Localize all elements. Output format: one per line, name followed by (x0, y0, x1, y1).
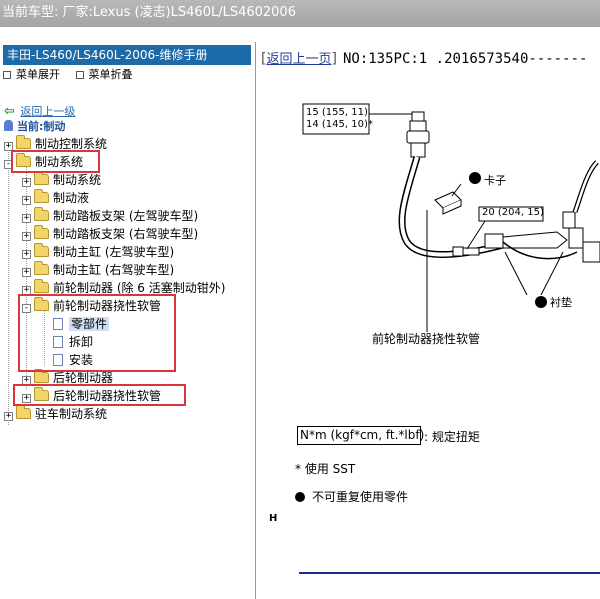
expand-menu-label: 菜单展开 (16, 68, 60, 81)
bracket-right: ] (331, 51, 337, 67)
person-icon (4, 120, 13, 131)
back-level-link[interactable]: 返回上一级 (20, 105, 75, 118)
manual-title: 丰田-LS460/LS460L-2006-维修手册 (3, 45, 251, 65)
expand-toggle-icon[interactable]: + (22, 232, 31, 241)
document-header: [返回上一页] NO:135PC:1 .2016573540------- (261, 48, 587, 67)
folder-icon (34, 279, 49, 293)
bottom-rule (299, 572, 600, 574)
folder-icon (34, 369, 49, 383)
highlight-box (13, 384, 186, 406)
page-marker: H (269, 513, 278, 524)
expand-icon (3, 71, 11, 79)
navigation-panel: 丰田-LS460/LS460L-2006-维修手册 菜单展开 菜单折叠 ⇦ 返回… (0, 42, 256, 599)
tree-item-label: 后轮制动器 (53, 371, 114, 385)
current-location: 当前:制动 (4, 118, 65, 134)
bullet-icon (295, 492, 305, 502)
tree-item-master-cylinder-rhd[interactable]: + 制动主缸 (右驾驶车型) (22, 261, 174, 279)
tree-item-label: 制动液 (53, 191, 90, 205)
folder-icon (16, 405, 31, 419)
tree-item-label: 制动踏板支架 (左驾驶车型) (53, 209, 199, 223)
clip-part (434, 191, 462, 215)
caliper-fitting (562, 160, 600, 263)
collapse-menu-button[interactable]: 菜单折叠 (75, 65, 133, 85)
clip-label: 卡子 (484, 174, 506, 187)
nonreusable-note: 不可重复使用零件 (295, 488, 408, 505)
torque-spec-2: 20 (204, 15) (482, 207, 544, 218)
tree-item-label: 制动主缸 (右驾驶车型) (53, 263, 175, 277)
folder-icon (34, 243, 49, 257)
current-location-label: 当前:制动 (17, 120, 66, 133)
hose-label: 前轮制动器挠性软管 (372, 332, 481, 346)
leader-line (504, 251, 528, 296)
leader-line (451, 183, 462, 197)
sst-note: * 使用 SST (295, 462, 356, 476)
tree-line (8, 147, 9, 425)
tree-item-label: 制动系统 (53, 173, 102, 187)
document-number: NO:135PC:1 .2016573540------- (342, 51, 588, 67)
collapse-icon (75, 71, 84, 79)
menu-bar: 菜单展开 菜单折叠 (0, 65, 255, 85)
tree-item-label: 驻车制动系统 (35, 407, 108, 421)
expand-toggle-icon[interactable]: + (22, 250, 31, 259)
hose-upper-fitting (406, 111, 430, 158)
hose-lower-fitting (484, 231, 578, 260)
flex-hose-diagram (302, 103, 600, 332)
folder-icon (34, 207, 49, 221)
folder-icon (34, 171, 49, 185)
window-title: 当前车型: 厂家:Lexus (凌志)LS460L/LS4602006 (2, 5, 296, 20)
back-level: ⇦ 返回上一级 (4, 103, 75, 119)
tree-item-label: 制动主缸 (左驾驶车型) (53, 245, 175, 259)
highlight-box (11, 150, 100, 173)
torque-spec-1a: 15 (155, 11) (306, 107, 368, 118)
gasket-label: 衬垫 (550, 296, 572, 309)
tree-item-label: 制动控制系统 (35, 137, 108, 151)
tree-item-parking-brake[interactable]: + 驻车制动系统 (4, 405, 107, 423)
union-bolt (452, 246, 480, 257)
leader-line (466, 220, 486, 250)
folder-icon (34, 189, 49, 203)
nonreusable-note-text: 不可重复使用零件 (312, 490, 409, 504)
torque-spec-1b: 14 (145, 10)* (306, 119, 373, 130)
tree-item-label: 制动踏板支架 (右驾驶车型) (53, 227, 199, 241)
tree-item-pedal-bracket-lhd[interactable]: + 制动踏板支架 (左驾驶车型) (22, 207, 198, 225)
expand-toggle-icon[interactable]: + (22, 268, 31, 277)
folder-icon (16, 135, 31, 149)
tree-item-brake-fluid[interactable]: + 制动液 (22, 189, 89, 207)
top-spacer (0, 27, 600, 42)
expand-menu-button[interactable]: 菜单展开 (3, 65, 60, 85)
collapse-menu-label: 菜单折叠 (88, 68, 133, 81)
expand-toggle-icon[interactable]: + (4, 412, 13, 421)
document-view: [返回上一页] NO:135PC:1 .2016573540------- 15… (257, 42, 600, 599)
folder-icon (34, 225, 49, 239)
expand-toggle-icon[interactable]: + (22, 214, 31, 223)
expand-toggle-icon[interactable]: + (22, 196, 31, 205)
folder-icon (34, 261, 49, 275)
expand-toggle-icon[interactable]: + (22, 178, 31, 187)
back-page-link[interactable]: 返回上一页 (266, 52, 331, 67)
back-arrow-icon: ⇦ (4, 104, 15, 119)
highlight-box (18, 294, 176, 372)
torque-desc: : 规定扭矩 (424, 430, 480, 444)
tree-item-pedal-bracket-rhd[interactable]: + 制动踏板支架 (右驾驶车型) (22, 225, 198, 243)
tree-item-brake-system-sub[interactable]: + 制动系统 (22, 171, 101, 189)
tree-item-label: 前轮制动器 (除 6 活塞制动钳外) (53, 281, 226, 295)
gasket-marker-icon (535, 296, 547, 308)
torque-unit: N*m (kgf*cm, ft.*lbf) (300, 428, 425, 442)
tree-item-master-cylinder-lhd[interactable]: + 制动主缸 (左驾驶车型) (22, 243, 174, 261)
window-title-bar: 当前车型: 厂家:Lexus (凌志)LS460L/LS4602006 (0, 0, 600, 27)
clip-marker-icon (469, 172, 481, 184)
